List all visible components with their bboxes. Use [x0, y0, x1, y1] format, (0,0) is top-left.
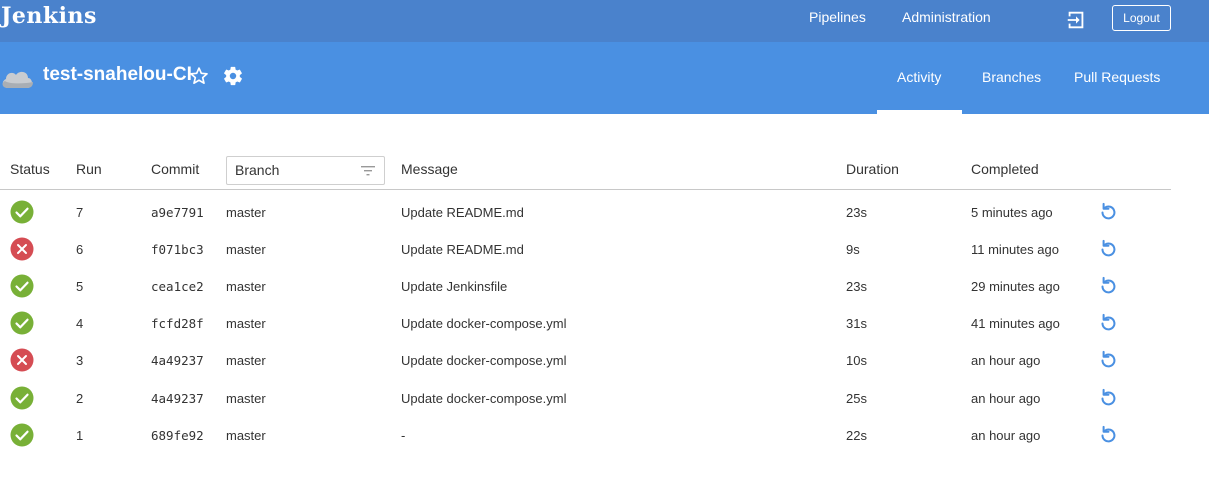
run-duration: 23s: [846, 279, 867, 294]
run-number: 5: [76, 279, 84, 294]
run-duration: 10s: [846, 353, 867, 368]
top-navigation-bar: Jenkins Pipelines Administration Logout: [0, 0, 1209, 42]
commit-message: Update docker-compose.yml: [401, 353, 567, 368]
column-header-run: Run: [76, 161, 102, 177]
branch-name: master: [226, 353, 266, 368]
column-header-completed: Completed: [971, 161, 1039, 177]
column-header-commit: Commit: [151, 161, 200, 177]
table-header-divider: [0, 189, 1171, 190]
commit-message: Update Jenkinsfile: [401, 279, 508, 294]
table-row[interactable]: 3 4a49237 master Update docker-compose.yml 1…: [0, 348, 1171, 390]
table-row[interactable]: 4 fcfd28f master Update docker-compose.yml 3…: [0, 311, 1171, 353]
branch-name: master: [226, 391, 266, 406]
exit-icon[interactable]: [1065, 9, 1087, 31]
commit-message: Update README.md: [401, 242, 524, 257]
run-duration: 31s: [846, 316, 867, 331]
branch-name: master: [226, 242, 266, 257]
gear-icon[interactable]: [222, 65, 244, 87]
run-duration: 22s: [846, 428, 867, 443]
replay-icon[interactable]: [1097, 424, 1119, 446]
run-number: 6: [76, 242, 84, 257]
pipeline-title[interactable]: test-snahelou-CI: [43, 64, 192, 86]
branch-filter-input[interactable]: Branch: [226, 156, 385, 185]
completed-time: an hour ago: [971, 428, 1041, 443]
commit-hash: 689fe92: [151, 428, 204, 443]
column-header-message: Message: [401, 161, 458, 177]
check-circle-icon: [10, 386, 34, 410]
table-row[interactable]: 5 cea1ce2 master Update Jenkinsfile 23s 29 mi…: [0, 274, 1171, 316]
completed-time: an hour ago: [971, 391, 1041, 406]
commit-message: Update docker-compose.yml: [401, 391, 567, 406]
tab-pull-requests[interactable]: Pull Requests: [1074, 69, 1160, 85]
replay-icon[interactable]: [1097, 312, 1119, 334]
completed-time: an hour ago: [971, 353, 1041, 368]
commit-hash: cea1ce2: [151, 279, 204, 294]
pipeline-header: test-snahelou-CI Activity Branches Pull …: [0, 42, 1209, 114]
star-icon[interactable]: [189, 66, 209, 86]
commit-message: Update docker-compose.yml: [401, 316, 567, 331]
run-number: 1: [76, 428, 84, 443]
branch-name: master: [226, 428, 266, 443]
completed-time: 5 minutes ago: [971, 205, 1053, 220]
filter-icon: [361, 166, 375, 176]
check-circle-icon: [10, 200, 34, 224]
table-row[interactable]: 6 f071bc3 master Update README.md 9s 11 minut…: [0, 237, 1171, 279]
replay-icon[interactable]: [1097, 275, 1119, 297]
commit-hash: 4a49237: [151, 353, 204, 368]
completed-time: 41 minutes ago: [971, 316, 1060, 331]
commit-hash: f071bc3: [151, 242, 204, 257]
nav-pipelines-link[interactable]: Pipelines: [809, 9, 866, 25]
branch-name: master: [226, 279, 266, 294]
column-header-status: Status: [10, 161, 50, 177]
column-header-duration: Duration: [846, 161, 899, 177]
commit-hash: a9e7791: [151, 205, 204, 220]
branch-filter-label: Branch: [235, 162, 280, 178]
run-duration: 9s: [846, 242, 860, 257]
run-number: 2: [76, 391, 84, 406]
commit-hash: 4a49237: [151, 391, 204, 406]
check-circle-icon: [10, 423, 34, 447]
table-row[interactable]: 7 a9e7791 master Update README.md 23s 5 minut…: [0, 200, 1171, 242]
run-number: 3: [76, 353, 84, 368]
replay-icon[interactable]: [1097, 238, 1119, 260]
branch-name: master: [226, 316, 266, 331]
jenkins-logo[interactable]: Jenkins: [1, 3, 97, 29]
table-row[interactable]: 2 4a49237 master Update docker-compose.yml 2…: [0, 386, 1171, 428]
check-circle-icon: [10, 274, 34, 298]
commit-hash: fcfd28f: [151, 316, 204, 331]
active-tab-indicator: [877, 110, 962, 114]
x-circle-icon: [10, 237, 34, 261]
check-circle-icon: [10, 311, 34, 335]
replay-icon[interactable]: [1097, 349, 1119, 371]
completed-time: 29 minutes ago: [971, 279, 1060, 294]
x-circle-icon: [10, 348, 34, 372]
run-number: 4: [76, 316, 84, 331]
run-duration: 23s: [846, 205, 867, 220]
completed-time: 11 minutes ago: [971, 242, 1059, 257]
replay-icon[interactable]: [1097, 201, 1119, 223]
tab-activity[interactable]: Activity: [897, 69, 941, 85]
table-row[interactable]: 1 689fe92 master - 22s an hour ago: [0, 423, 1171, 465]
tab-branches[interactable]: Branches: [982, 69, 1041, 85]
cloud-icon: [2, 71, 33, 88]
run-number: 7: [76, 205, 84, 220]
run-duration: 25s: [846, 391, 867, 406]
branch-name: master: [226, 205, 266, 220]
nav-administration-link[interactable]: Administration: [902, 9, 991, 25]
replay-icon[interactable]: [1097, 387, 1119, 409]
commit-message: -: [401, 428, 406, 443]
logout-button[interactable]: Logout: [1112, 5, 1171, 31]
commit-message: Update README.md: [401, 205, 524, 220]
